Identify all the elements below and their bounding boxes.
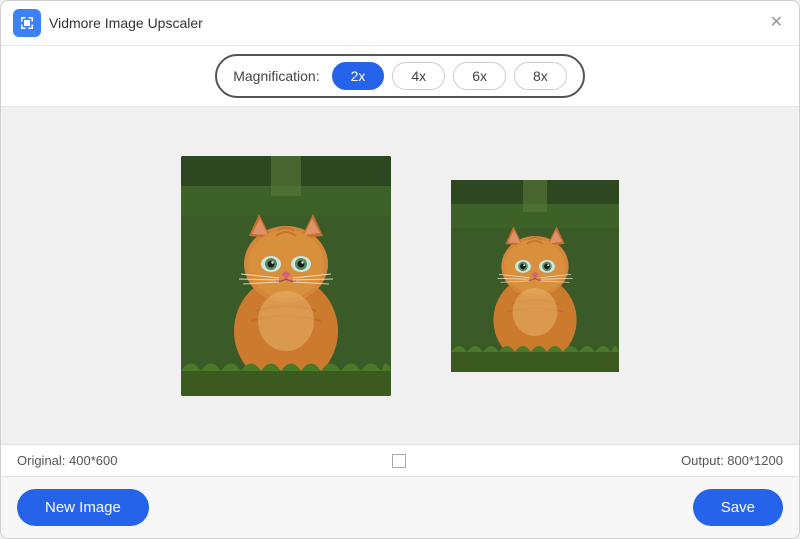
original-size-label: Original: 400*600 xyxy=(17,453,117,468)
footer: New Image Save xyxy=(1,476,799,538)
app-icon xyxy=(13,9,41,37)
status-bar: Original: 400*600 Output: 800*1200 xyxy=(1,444,799,476)
original-image-frame xyxy=(181,156,391,396)
mag-btn-2x[interactable]: 2x xyxy=(332,62,385,90)
title-bar-left: Vidmore Image Upscaler xyxy=(13,9,203,37)
title-bar: Vidmore Image Upscaler ✕ xyxy=(1,1,799,46)
app-icon-svg xyxy=(18,14,36,32)
app-title: Vidmore Image Upscaler xyxy=(49,15,203,31)
output-image-frame xyxy=(451,171,619,381)
compare-checkbox[interactable] xyxy=(392,454,406,468)
original-cat-image xyxy=(181,156,391,396)
output-size-label: Output: 800*1200 xyxy=(681,453,783,468)
magnification-bar: Magnification: 2x 4x 6x 8x xyxy=(1,46,799,107)
mag-btn-6x[interactable]: 6x xyxy=(453,62,506,90)
output-cat-image xyxy=(451,171,619,381)
magnification-container: Magnification: 2x 4x 6x 8x xyxy=(215,54,585,98)
mag-btn-4x[interactable]: 4x xyxy=(392,62,445,90)
image-area xyxy=(1,107,799,444)
output-image-panel xyxy=(451,171,619,381)
compare-checkbox-container xyxy=(392,454,406,468)
save-button[interactable]: Save xyxy=(693,489,783,526)
original-image-panel xyxy=(181,156,391,396)
close-button[interactable]: ✕ xyxy=(766,11,787,35)
mag-btn-8x[interactable]: 8x xyxy=(514,62,567,90)
app-window: Vidmore Image Upscaler ✕ Magnification: … xyxy=(0,0,800,539)
magnification-label: Magnification: xyxy=(233,68,319,84)
new-image-button[interactable]: New Image xyxy=(17,489,149,526)
